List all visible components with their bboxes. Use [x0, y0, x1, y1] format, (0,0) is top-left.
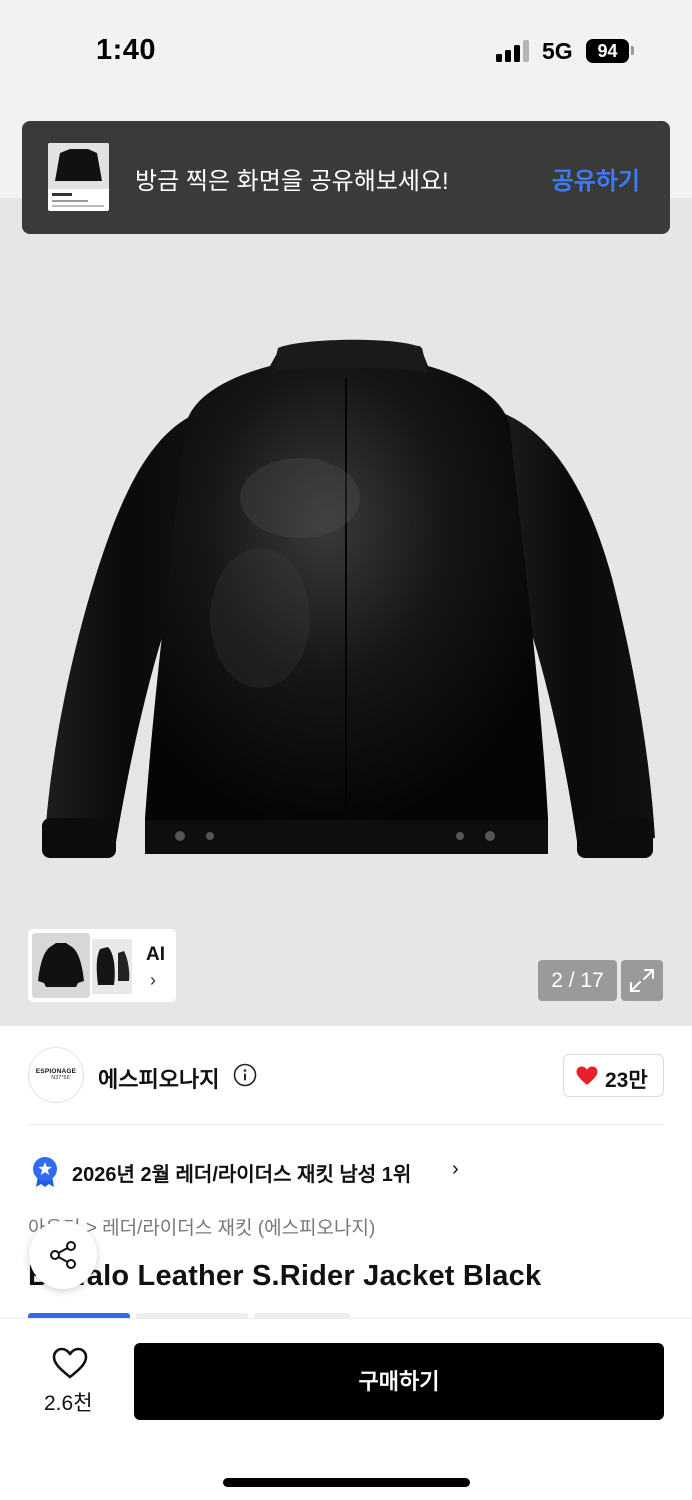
jacket-image [42, 339, 655, 858]
share-button[interactable] [29, 1221, 97, 1289]
brand-like-button[interactable]: 23만 [563, 1054, 664, 1097]
expand-icon[interactable] [621, 960, 663, 1001]
wish-count: 2.6천 [44, 1392, 93, 1415]
battery-tip [631, 46, 634, 55]
chevron-right-icon: › [150, 970, 156, 990]
brand-logo-text: ESPIONAGE [35, 1068, 77, 1075]
brand-like-count: 23만 [605, 1069, 648, 1092]
screenshot-thumbnail[interactable] [48, 143, 109, 211]
network-type: 5G [542, 38, 573, 64]
bottom-bar: 2.6천 구매하기 [0, 1318, 692, 1500]
info-icon[interactable] [233, 1063, 257, 1087]
brand-logo[interactable]: ESPIONAGE N37°56' [28, 1047, 84, 1103]
thumbnail-main[interactable] [32, 933, 90, 998]
product-image[interactable] [0, 198, 692, 1026]
product-title: Buffalo Leather S.Rider Jacket Black [28, 1260, 542, 1292]
toast-message: 방금 찍은 화면을 공유해보세요! [135, 168, 449, 195]
divider [28, 1124, 664, 1125]
image-pager: 2 / 17 [538, 960, 617, 1001]
share-now-button[interactable]: 공유하기 [552, 161, 640, 196]
ranking-text: 2026년 2월 레더/라이더스 재킷 남성 1위 [72, 1164, 412, 1186]
thumbnail-secondary[interactable] [92, 939, 132, 994]
heart-icon [576, 1066, 598, 1085]
share-toast: 방금 찍은 화면을 공유해보세요! 공유하기 [22, 121, 670, 234]
battery-icon: 94 [586, 39, 629, 63]
thumbnail-strip[interactable]: AI › [28, 929, 176, 1002]
rank-badge-icon [33, 1157, 57, 1187]
ai-label: AI [146, 944, 165, 965]
brand-name[interactable]: 에스피오나지 [98, 1062, 219, 1094]
brand-logo-coords: N37°56' [51, 1075, 71, 1081]
buy-button[interactable]: 구매하기 [134, 1343, 664, 1420]
wish-heart-icon[interactable] [51, 1346, 89, 1380]
share-icon [50, 1241, 76, 1269]
signal-icon [496, 40, 529, 62]
status-time: 1:40 [96, 34, 157, 66]
chevron-right-icon: › [452, 1158, 459, 1180]
home-indicator[interactable] [223, 1478, 470, 1487]
